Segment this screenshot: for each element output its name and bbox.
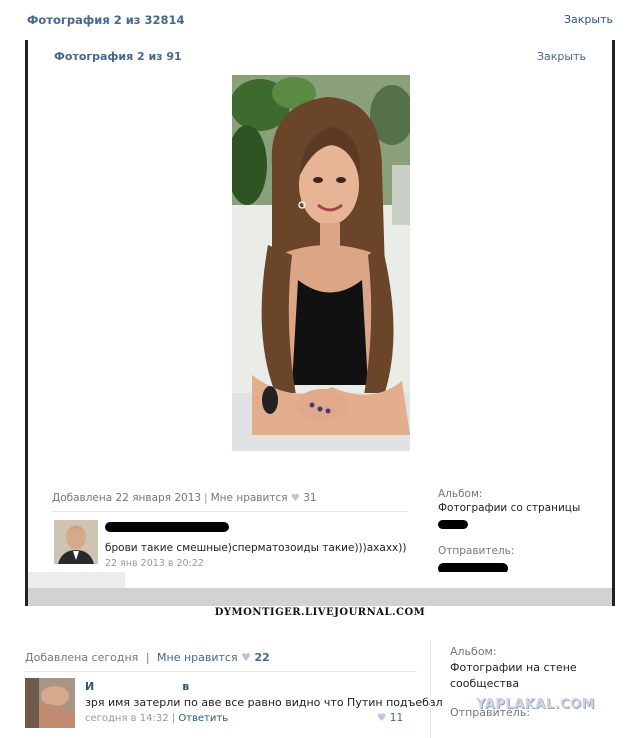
yaplakal-watermark: YAPLAKAL.COM [476, 697, 595, 712]
outer-comment-meta: сегодня в 14:32 | Ответить [85, 713, 228, 724]
outer-photo-counter: Фотография 2 из 32814 [27, 13, 185, 27]
embedded-screenshot: Фотография 2 из 91 Закрыть Добавлена 22 … [25, 40, 615, 606]
inner-like-count: 31 [303, 492, 317, 504]
photo-image [232, 75, 410, 451]
outer-separator: | [145, 651, 150, 664]
inner-photo-meta: Добавлена 22 января 2013 | Мне нравится ♥ … [52, 492, 412, 504]
reply-link[interactable]: Ответить [178, 713, 228, 724]
avatar-image [54, 520, 98, 564]
outer-album-label: Альбом: [450, 645, 497, 658]
inner-comment-date: 22 янв 2013 в 20:22 [105, 558, 204, 569]
main-photo[interactable] [232, 75, 410, 451]
outer-comment-text: зря имя затерли по аве все равно видно ч… [85, 696, 443, 709]
inner-album-label: Альбом: [438, 488, 483, 500]
author-last-letter: в [182, 680, 190, 693]
sidebar-divider [430, 640, 431, 738]
redacted-author-name [105, 522, 229, 532]
outer-comment-date: сегодня в 14:32 [85, 713, 169, 724]
outer-close-button[interactable]: Закрыть [564, 13, 613, 26]
divider [25, 671, 417, 672]
inner-added-date: Добавлена 22 января 2013 [52, 492, 202, 504]
inner-sender-label: Отправитель: [438, 545, 515, 557]
outer-comment-likes[interactable]: ♥ 11 [377, 712, 403, 724]
outer-added-date: Добавлена сегодня [25, 651, 139, 664]
heart-icon: ♥ [377, 712, 387, 724]
author-initial: И [85, 680, 95, 693]
divider [52, 511, 408, 512]
heart-icon: ♥ [241, 651, 251, 664]
inner-photo-counter: Фотография 2 из 91 [54, 50, 182, 63]
inner-album-value[interactable]: Фотографии со страницы [438, 502, 598, 514]
outer-like-count: 22 [254, 651, 270, 664]
avatar-image [25, 678, 75, 728]
outer-photo-meta: Добавлена сегодня | Мне нравится ♥ 22 [25, 651, 270, 664]
outer-comment-like-count: 11 [389, 712, 404, 724]
inner-comment-text: брови такие смешные)сперматозоиды такие)… [105, 542, 407, 554]
livejournal-watermark: DYMONTIGER.LIVEJOURNAL.COM [214, 607, 426, 618]
outer-album-value[interactable]: Фотографии на стене сообщества [450, 660, 580, 692]
inner-comment: брови такие смешные)сперматозоиды такие)… [52, 520, 412, 572]
redacted-album-owner [438, 520, 468, 529]
avatar[interactable] [54, 520, 98, 564]
inner-footer-bar [28, 588, 612, 606]
outer-comment: Ив зря имя затерли по аве все равно видн… [25, 678, 443, 738]
outer-like-button[interactable]: Мне нравится [157, 651, 238, 664]
heart-icon: ♥ [290, 493, 300, 504]
avatar[interactable] [25, 678, 75, 728]
outer-comment-author[interactable]: Ив [85, 680, 189, 693]
inner-like-button[interactable]: Мне нравится [211, 492, 288, 504]
inner-sidebar: Альбом: Фотографии со страницы Отправите… [438, 488, 598, 574]
inner-separator: | [204, 492, 208, 504]
separator: | [171, 713, 176, 724]
inner-close-button[interactable]: Закрыть [537, 50, 586, 63]
outer-header: Фотография 2 из 32814 Закрыть [0, 0, 640, 40]
